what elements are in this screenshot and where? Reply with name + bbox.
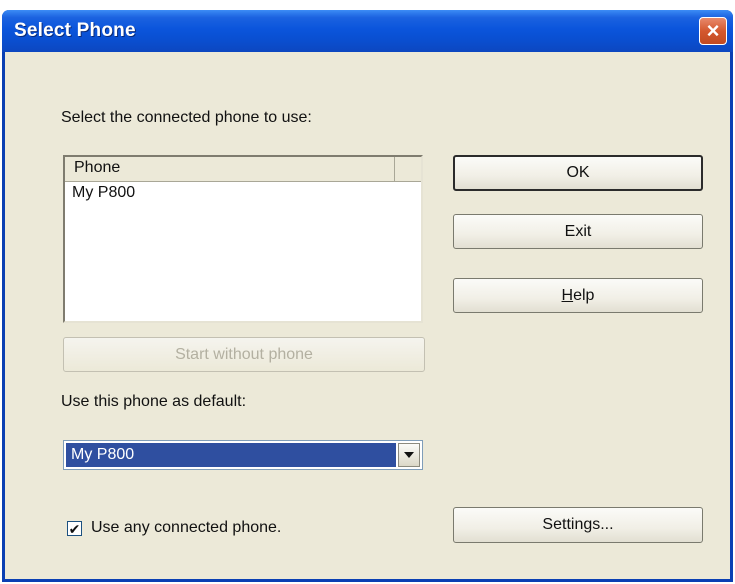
exit-button[interactable]: Exit <box>453 214 703 249</box>
use-any-phone-checkbox[interactable]: ✔ <box>67 521 82 536</box>
help-label: elp <box>573 286 595 304</box>
chevron-down-icon[interactable] <box>398 443 420 467</box>
title-bar[interactable]: Select Phone × <box>2 10 733 52</box>
close-button[interactable]: × <box>699 17 727 45</box>
ok-button[interactable]: OK <box>453 155 703 191</box>
list-header: Phone <box>65 157 421 182</box>
start-without-phone-button[interactable]: Start without phone <box>63 337 425 372</box>
use-any-phone-label[interactable]: Use any connected phone. <box>91 519 281 537</box>
default-phone-label: Use this phone as default: <box>61 393 247 410</box>
window-title: Select Phone <box>14 20 136 41</box>
close-icon: × <box>706 18 720 43</box>
settings-button[interactable]: Settings... <box>453 507 703 543</box>
select-phone-dialog: Select Phone × Select the connected phon… <box>2 10 733 582</box>
phone-list[interactable]: Phone My P800 <box>63 155 423 323</box>
default-phone-dropdown[interactable]: My P800 <box>63 440 423 470</box>
default-phone-selected: My P800 <box>66 443 396 467</box>
column-header-phone[interactable]: Phone <box>65 157 395 181</box>
column-header-empty[interactable] <box>395 157 421 181</box>
list-item[interactable]: My P800 <box>72 184 135 202</box>
help-mnemonic: H <box>561 286 574 304</box>
checkmark-icon: ✔ <box>68 520 81 537</box>
help-button[interactable]: Help <box>453 278 703 313</box>
select-phone-label: Select the connected phone to use: <box>61 109 312 126</box>
